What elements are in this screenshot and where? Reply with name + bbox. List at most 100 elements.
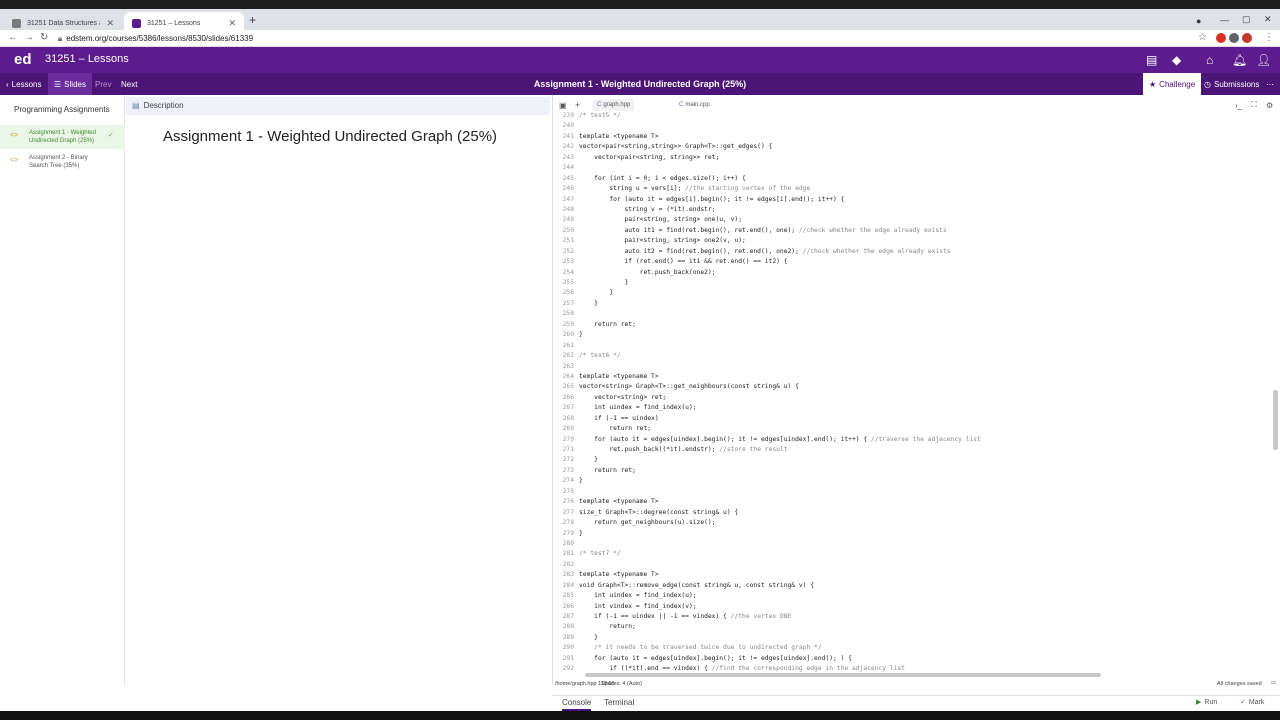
- code-line[interactable]: 285 int uindex = find_index(u);: [553, 591, 1273, 601]
- code-line[interactable]: 261: [553, 341, 1273, 351]
- code-line[interactable]: 241 template <typename T>: [553, 132, 1273, 142]
- code-line[interactable]: 247 for (auto it = edges[i].begin(); it …: [553, 195, 1273, 205]
- code-line[interactable]: 291 for (auto it = edges[uindex].begin()…: [553, 654, 1273, 664]
- console-tab[interactable]: Console: [562, 698, 592, 711]
- code-line[interactable]: 244: [553, 163, 1273, 173]
- window-close-icon[interactable]: ✕: [1264, 14, 1272, 25]
- code-line[interactable]: 257 }: [553, 299, 1273, 309]
- code-line[interactable]: 282: [553, 560, 1273, 570]
- code-line[interactable]: 289 }: [553, 633, 1273, 643]
- reload-icon[interactable]: ↻: [40, 32, 48, 43]
- code-line[interactable]: 275: [553, 487, 1273, 497]
- code-line[interactable]: 258: [553, 309, 1273, 319]
- minimize-icon[interactable]: —: [1220, 15, 1229, 25]
- code-line[interactable]: 279}: [553, 529, 1273, 539]
- sidebar-item-assignment-2[interactable]: <> Assignment 2 - Binary Search Tree (35…: [0, 150, 125, 174]
- code-line[interactable]: 272 }: [553, 455, 1273, 465]
- code-line[interactable]: 256 }: [553, 288, 1273, 298]
- home-icon[interactable]: ⌂: [1206, 53, 1213, 67]
- code-line[interactable]: 276 template <typename T>: [553, 497, 1273, 507]
- back-icon[interactable]: ←: [8, 32, 18, 43]
- extension-icon[interactable]: [1216, 33, 1226, 43]
- close-tab-icon[interactable]: ✕: [228, 18, 236, 29]
- code-line[interactable]: 292 if ((*it).end == vindex) { //find th…: [553, 664, 1273, 673]
- code-line[interactable]: 259 return ret;: [553, 320, 1273, 330]
- code-line[interactable]: 273 return ret;: [553, 466, 1273, 476]
- tab-main-cpp[interactable]: C main.cpp: [679, 99, 710, 111]
- horizontal-scrollbar[interactable]: [585, 673, 1101, 677]
- code-line[interactable]: 253 if (ret.end() == it1 && ret.end() ==…: [553, 257, 1273, 267]
- code-line[interactable]: 270 for (auto it = edges[uindex].begin()…: [553, 435, 1273, 445]
- add-file-icon[interactable]: +: [575, 99, 580, 111]
- code-line[interactable]: 251 pair<string, string> one2(v, u);: [553, 236, 1273, 246]
- code-line[interactable]: 248 string v = (*it).endstr;: [553, 205, 1273, 215]
- discussion-icon[interactable]: ▤: [1146, 53, 1157, 67]
- tab-graph-hpp[interactable]: C graph.hpp: [593, 99, 635, 111]
- collapse-icon[interactable]: ▭: [1271, 680, 1276, 686]
- code-line[interactable]: 271 ret.push_back((*it).endstr); //store…: [553, 445, 1273, 455]
- code-line[interactable]: 284 void Graph<T>::remove_edge(const stri…: [553, 581, 1273, 591]
- ed-logo[interactable]: ed: [14, 51, 32, 68]
- code-line[interactable]: 254 ret.push_back(one2);: [553, 268, 1273, 278]
- browser-menu-icon[interactable]: ⋮: [1264, 32, 1274, 43]
- code-line[interactable]: 246 string u = vers[i]; //the starting v…: [553, 184, 1273, 194]
- forward-icon[interactable]: →: [24, 32, 34, 43]
- code-line[interactable]: 281 /* test7 */: [553, 549, 1273, 559]
- prev-button[interactable]: Prev: [95, 73, 111, 95]
- close-tab-icon[interactable]: ✕: [106, 18, 114, 29]
- code-line[interactable]: 267 int uindex = find_index(u);: [553, 403, 1273, 413]
- extension-icon[interactable]: [1229, 33, 1239, 43]
- more-options-icon[interactable]: ⋯: [1266, 73, 1274, 95]
- challenge-button[interactable]: ★ Challenge: [1143, 73, 1202, 95]
- code-line[interactable]: 255 }: [553, 278, 1273, 288]
- code-line[interactable]: 239 /* test5 */: [553, 111, 1273, 121]
- files-icon[interactable]: ▣: [559, 99, 567, 111]
- code-line[interactable]: 278 return get_neighbours(u).size();: [553, 518, 1273, 528]
- code-line[interactable]: 264 template <typename T>: [553, 372, 1273, 382]
- code-line[interactable]: 266 vector<string> ret;: [553, 393, 1273, 403]
- code-line[interactable]: 240: [553, 121, 1273, 131]
- code-line[interactable]: 283 template <typename T>: [553, 570, 1273, 580]
- code-line[interactable]: 288 return;: [553, 622, 1273, 632]
- submissions-button[interactable]: ◷ Submissions: [1204, 73, 1259, 95]
- sidebar-item-assignment-1[interactable]: <> Assignment 1 - Weighted Undirected Gr…: [0, 125, 125, 149]
- code-line[interactable]: 280: [553, 539, 1273, 549]
- code-line[interactable]: 265 vector<string> Graph<T>::get_neighbou…: [553, 382, 1273, 392]
- code-line[interactable]: 252 auto it2 = find(ret.begin(), ret.end…: [553, 247, 1273, 257]
- code-text-area[interactable]: 239 /* test5 */ 240 241 template <typename T…: [553, 111, 1273, 673]
- code-line[interactable]: 287 if (-1 == uindex || -1 == vindex) { …: [553, 612, 1273, 622]
- next-button[interactable]: Next: [121, 73, 137, 95]
- code-line[interactable]: 268 if (-1 == uindex): [553, 414, 1273, 424]
- new-tab-icon[interactable]: +: [249, 13, 256, 27]
- description-tab[interactable]: Description: [144, 101, 184, 110]
- code-line[interactable]: 269 return ret;: [553, 424, 1273, 434]
- code-line[interactable]: 242 vector<pair<string,string>> Graph<T>:…: [553, 142, 1273, 152]
- account-icon[interactable]: ●: [1196, 16, 1201, 26]
- address-bar[interactable]: 🔒︎ edstem.org/courses/5386/lessons/8530/…: [58, 32, 253, 45]
- profile-avatar-icon[interactable]: [1242, 33, 1252, 43]
- lessons-button[interactable]: ‹ Lessons: [6, 73, 41, 95]
- code-line[interactable]: 263: [553, 362, 1273, 372]
- code-line[interactable]: 260}: [553, 330, 1273, 340]
- code-line[interactable]: 277 size_t Graph<T>::degree(const string&…: [553, 508, 1273, 518]
- settings-gear-icon[interactable]: ⚙: [1266, 99, 1273, 111]
- bookmark-star-icon[interactable]: ☆: [1198, 32, 1207, 43]
- maximize-icon[interactable]: ▢: [1242, 14, 1251, 25]
- user-icon[interactable]: 👤︎: [1256, 53, 1271, 67]
- code-line[interactable]: 286 int vindex = find_index(v);: [553, 602, 1273, 612]
- run-button[interactable]: ▶ Run: [1196, 698, 1217, 707]
- notification-bell-icon[interactable]: 🔔︎: [1232, 53, 1247, 67]
- fullscreen-icon[interactable]: ⛶: [1251, 99, 1257, 111]
- mark-button[interactable]: ✓ Mark: [1240, 698, 1264, 707]
- code-line[interactable]: 274}: [553, 476, 1273, 486]
- code-line[interactable]: 249 pair<string, string> one(u, v);: [553, 215, 1273, 225]
- code-line[interactable]: 243 vector<pair<string, string>> ret;: [553, 153, 1273, 163]
- vertical-scrollbar[interactable]: [1273, 390, 1278, 450]
- terminal-icon[interactable]: ›_: [1235, 99, 1242, 111]
- terminal-tab[interactable]: Terminal: [604, 698, 634, 707]
- code-line[interactable]: 262 /* test6 */: [553, 351, 1273, 361]
- code-line[interactable]: 290 /* it needs to be traversed twice du…: [553, 643, 1273, 653]
- code-line[interactable]: 245 for (int i = 0; i < edges.size(); i+…: [553, 174, 1273, 184]
- lessons-icon[interactable]: ◆: [1172, 53, 1181, 67]
- indent-setting[interactable]: Spaces: 4 (Auto): [601, 681, 642, 687]
